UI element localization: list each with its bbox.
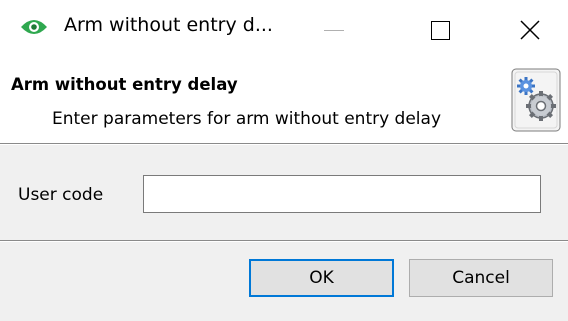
- maximize-icon[interactable]: [420, 10, 460, 50]
- dialog-subtitle: Enter parameters for arm without entry d…: [52, 109, 442, 129]
- dialog-header: Arm without entry delay Enter parameters…: [0, 58, 568, 144]
- form-panel: User code: [0, 145, 568, 241]
- user-code-input[interactable]: [143, 175, 541, 213]
- close-icon[interactable]: [510, 10, 550, 50]
- button-bar: OK Cancel: [0, 242, 568, 321]
- ok-button[interactable]: OK: [249, 259, 394, 297]
- eye-icon: [21, 20, 47, 34]
- cancel-button[interactable]: Cancel: [409, 259, 553, 297]
- dialog-title: Arm without entry delay: [11, 75, 238, 94]
- user-code-label: User code: [18, 185, 104, 205]
- window-title: Arm without entry d...: [64, 14, 273, 36]
- title-bar: Arm without entry d...: [0, 0, 568, 58]
- minimize-icon[interactable]: [318, 8, 358, 48]
- settings-gears-icon: [511, 68, 561, 132]
